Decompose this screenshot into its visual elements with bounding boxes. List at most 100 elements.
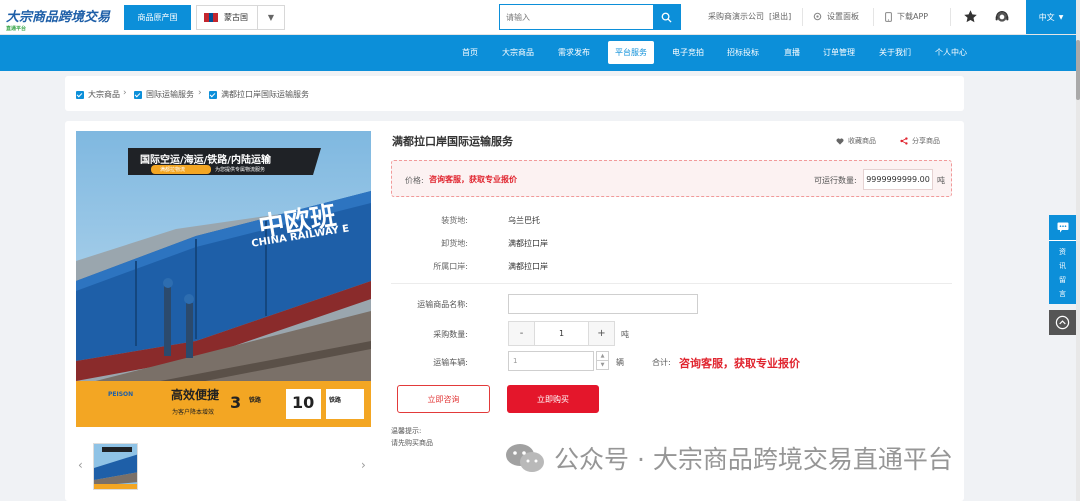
side-char: 留 [1059, 275, 1066, 284]
breadcrumb-item-transport[interactable]: 国际运输服务 [134, 89, 194, 100]
nav-live[interactable]: 直播 [778, 41, 806, 64]
nav-commodities[interactable]: 大宗商品 [497, 41, 539, 64]
breadcrumb-item-commodities[interactable]: 大宗商品 [76, 89, 120, 100]
side-char: 言 [1059, 289, 1066, 298]
available-quantity-value: 9999999999.00 [863, 169, 933, 190]
decrement-button[interactable]: - [509, 322, 534, 345]
site-logo[interactable]: 大宗商品跨境交易直通平台 [6, 6, 111, 32]
settings-link[interactable]: 设置面板 [813, 11, 859, 22]
thumbnail-image [94, 444, 137, 489]
vehicle-count-input[interactable]: 1 [508, 351, 594, 371]
star-icon[interactable] [963, 9, 978, 26]
spin-up-icon[interactable]: ▲ [597, 352, 608, 360]
download-label: 下载APP [897, 12, 929, 21]
share-button[interactable]: 分享商品 [900, 136, 940, 146]
slogan-sub: 为客户降本增效 [172, 409, 215, 416]
message-icon[interactable] [1049, 215, 1076, 241]
watermark: 公众号 · 大宗商品跨境交易直通平台 [504, 440, 953, 476]
mongolia-flag-icon [204, 13, 219, 22]
unloading-place-label: 卸货地: [441, 239, 468, 248]
available-quantity-unit: 吨 [937, 176, 945, 185]
search-button[interactable] [653, 5, 680, 29]
total-label: 合计: [652, 358, 671, 367]
divider [391, 283, 952, 284]
share-label: 分享商品 [912, 137, 940, 145]
page-scrollbar-thumb[interactable] [1076, 40, 1080, 100]
customer-service-icon[interactable] [994, 9, 1010, 27]
chevron-left-icon[interactable]: ‹ [78, 458, 83, 472]
phone-icon [885, 11, 892, 22]
port-label: 所属口岸: [433, 262, 468, 271]
country-select[interactable]: 蒙古国 ▼ [196, 5, 285, 30]
cargo-name-input[interactable] [508, 294, 698, 314]
checkbox-icon [76, 90, 84, 99]
peison-logo: PEISON [108, 391, 134, 398]
nav-orders[interactable]: 订单管理 [818, 41, 860, 64]
tip-title: 温馨提示: [391, 427, 422, 435]
image-banner-title: 国际空运/海运/铁路/内陆运输 [140, 155, 271, 166]
product-image[interactable]: 国际空运/海运/铁路/内陆运输 满都拉物流 为您提供专属物流服务 中欧班 CHI… [76, 131, 371, 427]
vehicle-spinner[interactable]: ▲ ▼ [596, 351, 609, 370]
breadcrumb-label: 满都拉口岸国际运输服务 [221, 90, 309, 99]
spin-down-icon[interactable]: ▼ [597, 360, 608, 369]
gear-icon [813, 12, 822, 21]
product-thumbnail[interactable] [93, 443, 138, 490]
consult-button[interactable]: 立即咨询 [397, 385, 490, 413]
logout-link[interactable]: [退出] [769, 11, 791, 22]
increment-button[interactable]: + [589, 322, 614, 345]
arrow-up-icon [1055, 315, 1070, 330]
back-to-top-button[interactable] [1049, 310, 1076, 335]
account-info: 采购商演示公司 [退出] [708, 11, 791, 22]
chevron-right-icon[interactable]: › [361, 458, 366, 472]
download-app-link[interactable]: 下载APP [885, 11, 928, 22]
nav-platform-service[interactable]: 平台服务 [608, 41, 654, 64]
nav-about[interactable]: 关于我们 [874, 41, 916, 64]
checkbox-icon [209, 90, 217, 99]
price-value: 咨询客服，获取专业报价 [429, 175, 517, 184]
language-select[interactable]: 中文 ▼ [1026, 0, 1076, 34]
vehicle-label: 运输车辆: [433, 358, 468, 367]
unloading-place-value: 满都拉口岸 [508, 239, 548, 248]
side-char: 讯 [1059, 261, 1066, 270]
divider [873, 8, 874, 26]
caret-down-icon[interactable]: ▼ [257, 6, 284, 29]
origin-country-button[interactable]: 商品原产国 [124, 5, 191, 30]
watermark-text: 公众号 · 大宗商品跨境交易直通平台 [554, 445, 953, 474]
price-box: 价格: 咨询客服，获取专业报价 可运行数量: 9999999999.00 吨 [391, 160, 952, 197]
chevron-right-icon: › [198, 88, 202, 98]
slogan: 高效便捷 [171, 388, 220, 402]
buy-now-button[interactable]: 立即购买 [507, 385, 599, 413]
purchase-quantity-value[interactable]: 1 [534, 322, 589, 345]
search-icon [661, 12, 672, 23]
nav-demand[interactable]: 需求发布 [553, 41, 595, 64]
nav-user-center[interactable]: 个人中心 [930, 41, 972, 64]
search-input[interactable] [500, 5, 655, 29]
breadcrumb-item-current[interactable]: 满都拉口岸国际运输服务 [209, 89, 309, 100]
favorite-button[interactable]: 收藏商品 [836, 136, 876, 146]
price-label: 价格: [405, 176, 424, 185]
badge-1-label: 铁路 [249, 397, 262, 404]
nav-bidding[interactable]: 招标投标 [722, 41, 764, 64]
loading-place-value: 乌兰巴托 [508, 216, 540, 225]
cargo-name-label: 运输商品名称: [417, 300, 468, 309]
share-icon [900, 137, 908, 145]
side-message-label[interactable]: 资 讯 留 言 [1049, 241, 1076, 304]
logo-text: 大宗商品跨境交易 [6, 10, 111, 25]
vehicle-unit: 辆 [616, 358, 624, 367]
wechat-icon [506, 444, 544, 472]
nav-auction[interactable]: 电子竞拍 [667, 41, 709, 64]
heart-icon [836, 138, 844, 145]
breadcrumb-label: 国际运输服务 [146, 90, 194, 99]
caret-down-icon: ▼ [1058, 13, 1064, 21]
nav-home[interactable]: 首页 [456, 41, 484, 64]
breadcrumb-label: 大宗商品 [88, 90, 120, 99]
divider [802, 8, 803, 26]
loading-place-label: 装货地: [441, 216, 468, 225]
language-label: 中文 [1038, 12, 1055, 22]
search-box [499, 4, 681, 30]
badge-2-number: 10 [292, 393, 315, 412]
side-contact-widget[interactable]: 资 讯 留 言 [1049, 215, 1076, 304]
image-banner-sub1: 满都拉物流 [160, 167, 186, 173]
badge-1-number: 3 [230, 393, 242, 412]
train-photo [76, 131, 371, 427]
